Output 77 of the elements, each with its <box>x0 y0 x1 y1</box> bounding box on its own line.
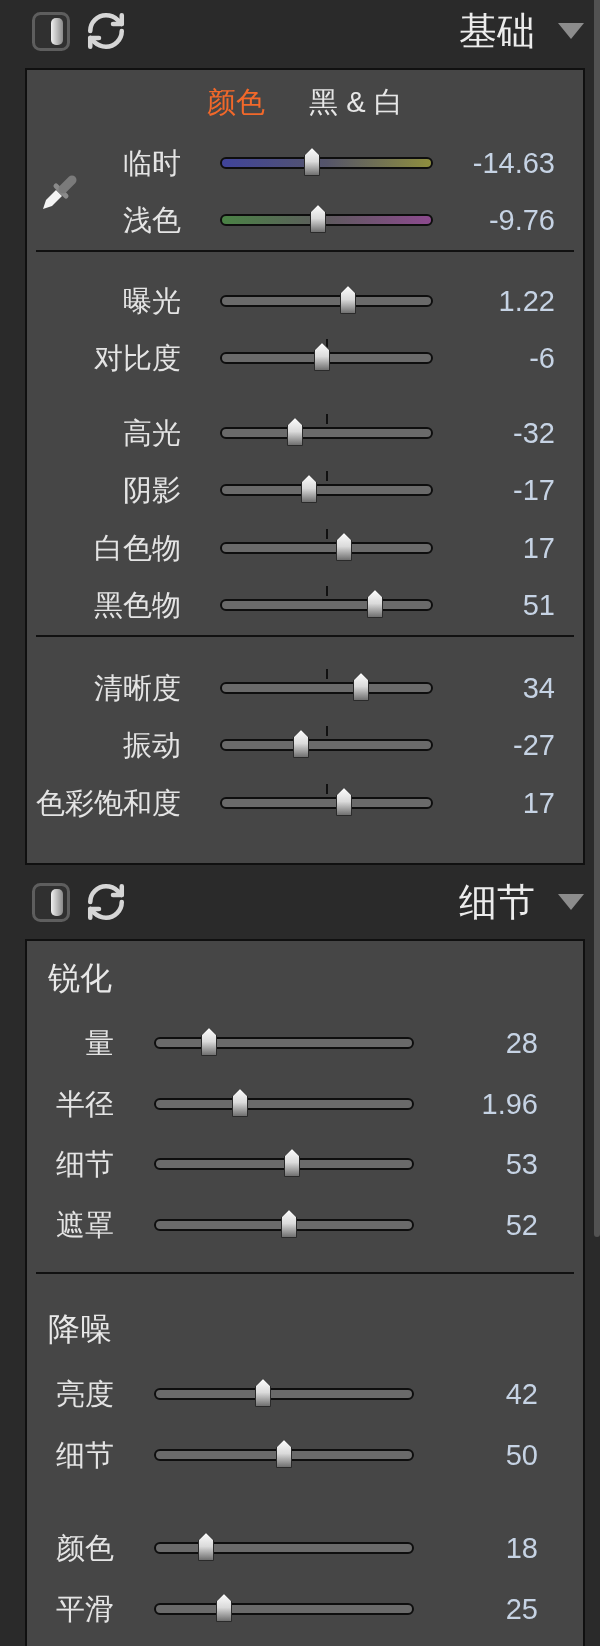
slider-thumb[interactable] <box>286 416 303 446</box>
slider-value: -9.76 <box>487 203 555 238</box>
slider-value: -17 <box>512 473 555 508</box>
slider-value: 1.22 <box>497 283 555 318</box>
tab[interactable]: 黑 & 白 <box>309 84 403 120</box>
slider-thumb[interactable] <box>200 1027 217 1057</box>
center-tick-icon <box>325 668 328 679</box>
center-tick-icon <box>325 413 328 424</box>
slider-label: 浅色 <box>122 203 181 238</box>
slider-value: 50 <box>504 1437 538 1472</box>
section-heading: 锐化 <box>47 959 112 998</box>
slider-thumb[interactable] <box>231 1087 248 1117</box>
panel-title: 基础 <box>459 9 535 53</box>
caret-down-icon[interactable] <box>558 894 584 910</box>
slider-value: 17 <box>521 785 555 820</box>
refresh-icon[interactable] <box>85 881 127 923</box>
slider-value: 17 <box>521 530 555 565</box>
slider-value: 53 <box>504 1147 538 1182</box>
slider-label: 阴影 <box>122 473 181 508</box>
slider-value: -6 <box>528 341 555 376</box>
slider-thumb[interactable] <box>283 1148 300 1178</box>
slider-value: 51 <box>521 588 555 623</box>
panel-title: 细节 <box>459 880 535 924</box>
slider-thumb[interactable] <box>216 1592 233 1622</box>
split-view-icon[interactable] <box>32 11 70 51</box>
slider-value: 25 <box>504 1591 538 1626</box>
slider-label: 色彩饱和度 <box>35 785 181 820</box>
slider-value: -14.63 <box>471 145 555 180</box>
slider-label: 高光 <box>122 415 181 450</box>
slider-thumb[interactable] <box>198 1532 214 1562</box>
center-tick-icon <box>325 586 328 597</box>
slider-label: 清晰度 <box>93 670 181 705</box>
slider-label: 亮度 <box>55 1377 114 1412</box>
slider-value: 28 <box>504 1026 538 1061</box>
section-heading: 降噪 <box>47 1310 112 1349</box>
split-view-icon[interactable] <box>32 882 70 922</box>
slider-label: 细节 <box>55 1147 114 1182</box>
center-tick-icon <box>325 471 328 482</box>
slider-thumb[interactable] <box>303 146 320 176</box>
slider-label: 量 <box>84 1026 114 1061</box>
slider-thumb[interactable] <box>255 1378 272 1408</box>
slider-value: 18 <box>504 1531 538 1566</box>
slider-thumb[interactable] <box>281 1208 298 1238</box>
slider-thumb[interactable] <box>339 284 356 314</box>
slider-thumb[interactable] <box>352 671 369 701</box>
slider-label: 遮罩 <box>55 1207 114 1242</box>
slider-label: 黑色物 <box>93 588 181 623</box>
slider-label: 细节 <box>55 1437 114 1472</box>
slider-thumb[interactable] <box>335 786 352 816</box>
slider-value: 1.96 <box>480 1086 538 1121</box>
slider-thumb[interactable] <box>309 204 326 234</box>
slider-value: -27 <box>512 728 555 763</box>
center-tick-icon <box>325 783 328 794</box>
slider-label: 平滑 <box>55 1591 114 1626</box>
slider-value: 42 <box>504 1377 538 1412</box>
center-tick-icon <box>325 726 328 737</box>
refresh-icon[interactable] <box>85 10 127 52</box>
slider-thumb[interactable] <box>367 589 384 619</box>
slider-thumb[interactable] <box>335 531 352 561</box>
slider-value: 52 <box>504 1207 538 1242</box>
slider-label: 临时 <box>122 145 181 180</box>
slider-label: 半径 <box>55 1086 114 1121</box>
slider-thumb[interactable] <box>301 474 318 504</box>
slider-label: 曝光 <box>122 283 181 318</box>
caret-down-icon[interactable] <box>558 23 584 39</box>
slider-thumb[interactable] <box>314 342 331 372</box>
slider-thumb[interactable] <box>276 1438 292 1468</box>
slider-value: 34 <box>521 670 555 705</box>
slider-label: 白色物 <box>93 530 181 565</box>
slider-value: -32 <box>512 415 555 450</box>
slider-label: 对比度 <box>93 341 181 376</box>
slider-label: 振动 <box>122 728 181 763</box>
eyedropper-icon[interactable] <box>42 173 78 210</box>
slider-label: 颜色 <box>55 1531 114 1566</box>
scrollbar-thumb[interactable] <box>594 0 600 1237</box>
center-tick-icon <box>325 528 328 539</box>
slider-thumb[interactable] <box>292 729 309 759</box>
